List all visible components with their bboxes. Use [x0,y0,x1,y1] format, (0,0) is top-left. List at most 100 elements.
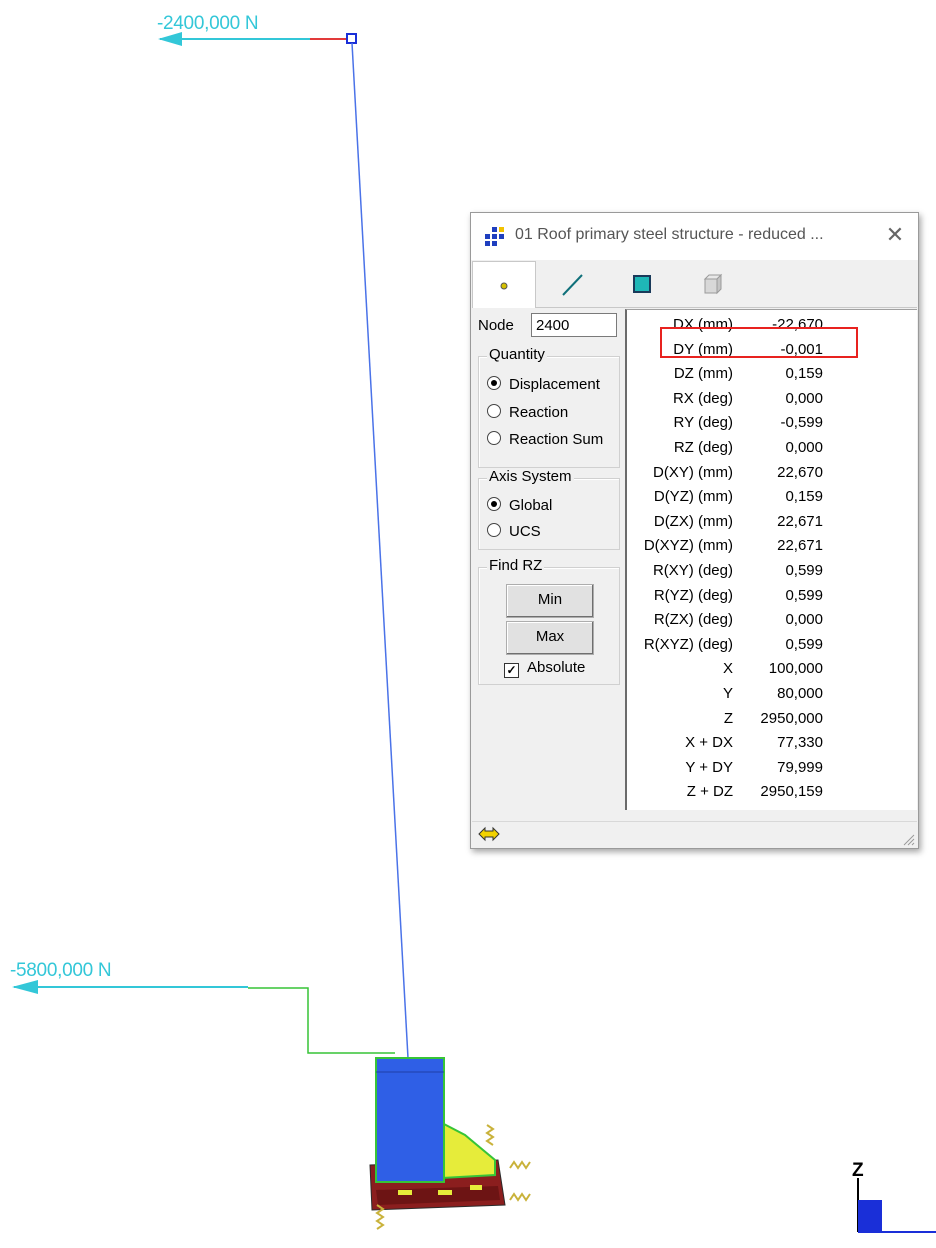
find-rz-group-title: Find RZ [487,557,545,574]
result-value: 22,671 [777,537,823,555]
result-label: X [722,660,733,678]
axis-system-group: Axis System Global UCS [478,468,620,550]
tab-bar [472,261,917,308]
result-label: D(YZ) (mm) [653,488,733,506]
tab-solid[interactable] [682,261,744,307]
result-label: D(XYZ) (mm) [643,537,733,555]
grid-app-icon [485,227,504,246]
radio-button-icon [487,497,501,511]
result-label: R(XYZ) (deg) [643,635,733,653]
dialog-titlebar[interactable]: 01 Roof primary steel structure - reduce… [471,213,918,260]
result-value: 0,159 [785,365,823,383]
radio-button-icon [487,431,501,445]
resize-grip-icon[interactable] [901,832,915,846]
result-row: R(ZX) (deg) 0,000 [627,611,917,635]
column-member[interactable] [351,42,409,1059]
axis-system-group-title: Axis System [487,468,574,485]
max-button[interactable]: Max [506,621,594,655]
z-axis-label: Z [852,1160,864,1181]
node-label: Node [478,317,514,334]
result-row: X 100,000 [627,660,917,684]
result-row: X + DX 77,330 [627,734,917,758]
result-value: 0,599 [785,635,823,653]
result-row: D(XY) (mm) 22,670 [627,464,917,488]
result-label: RX (deg) [672,389,733,407]
radio-button-icon [487,376,501,390]
dialog-title: 01 Roof primary steel structure - reduce… [515,226,824,243]
close-icon[interactable]: ✕ [882,222,908,248]
result-label: Z + DZ [686,783,733,801]
tab-member[interactable] [540,261,602,307]
options-pane: Node Quantity Displacement Reaction Reac… [472,309,624,809]
result-row: RX (deg) 0,000 [627,390,917,414]
quantity-group-title: Quantity [487,346,547,363]
radio-reaction[interactable]: Reaction [487,403,568,421]
radio-reaction-sum[interactable]: Reaction Sum [487,430,603,448]
result-value: 0,159 [785,488,823,506]
node-number-input[interactable] [531,313,617,337]
result-label: R(XY) (deg) [652,562,733,579]
result-row: RZ (deg) 0,000 [627,439,917,463]
tab-node[interactable] [472,261,536,308]
result-label: X + DX [685,734,733,752]
line-icon [562,274,583,296]
swap-arrows-icon[interactable] [478,826,500,842]
absolute-checkbox[interactable]: ✓ Absolute [504,659,585,678]
load-label-top: -2400,000 N [157,13,259,34]
column-base-assembly[interactable] [369,1057,531,1230]
result-row: R(XYZ) (deg) 0,599 [627,636,917,660]
result-value: 80,000 [777,685,823,702]
result-label: RY (deg) [673,414,733,432]
node-results-dialog[interactable]: 01 Roof primary steel structure - reduce… [470,212,919,849]
result-value: 0,599 [785,586,823,604]
result-row: Y + DY 79,999 [627,759,917,783]
load-arrow-bottom [12,980,395,1054]
results-list[interactable]: DX (mm) -22,670 DY (mm) -0,001 DZ (mm) 0,159 R… [625,309,917,810]
checkmark-icon: ✓ [504,663,519,678]
result-row: R(YZ) (deg) 0,599 [627,587,917,611]
result-label: Y [722,685,733,702]
tab-plate[interactable] [612,261,674,307]
result-row: Z 2950,000 [627,710,917,734]
result-row: D(ZX) (mm) 22,671 [627,513,917,537]
radio-button-icon [487,523,501,537]
result-row: RY (deg) -0,599 [627,414,917,438]
min-button[interactable]: Min [506,584,594,618]
result-value: -0,599 [780,414,823,432]
radio-ucs[interactable]: UCS [487,522,541,540]
result-value: 0,599 [785,562,823,579]
quantity-group: Quantity Displacement Reaction Reaction … [478,346,620,468]
radio-global[interactable]: Global [487,496,552,514]
radio-displacement[interactable]: Displacement [487,375,600,393]
result-row: DZ (mm) 0,159 [627,365,917,389]
find-rz-group: Find RZ Min Max ✓ Absolute [478,557,620,685]
result-label: R(YZ) (deg) [653,586,733,604]
result-value: 22,671 [777,512,823,530]
dy-highlight-box [660,327,858,358]
solid-icon [703,273,723,295]
result-value: 22,670 [777,463,823,481]
result-row: R(XY) (deg) 0,599 [627,562,917,586]
result-label: Y + DY [685,758,733,776]
node-dot-icon [500,282,508,290]
result-row: Z + DZ 2950,159 [627,783,917,807]
result-value: 0,000 [785,439,823,456]
result-label: D(XY) (mm) [653,463,733,481]
result-value: 0,000 [785,389,823,407]
radio-button-icon [487,404,501,418]
result-row: D(YZ) (mm) 0,159 [627,488,917,512]
result-value: 100,000 [768,660,823,678]
node-marker[interactable] [346,33,357,44]
result-value: 0,000 [785,611,823,629]
status-bar [472,821,917,848]
axis-triad [857,1178,936,1233]
result-label: R(ZX) (deg) [653,611,733,629]
result-value: 2950,159 [760,783,823,801]
result-label: D(ZX) (mm) [653,512,733,530]
result-label: RZ (deg) [673,439,733,456]
plate-icon [633,275,651,293]
result-row: D(XYZ) (mm) 22,671 [627,537,917,561]
result-label: DZ (mm) [673,365,733,383]
result-label: Z [723,709,733,727]
result-row: Y 80,000 [627,685,917,709]
